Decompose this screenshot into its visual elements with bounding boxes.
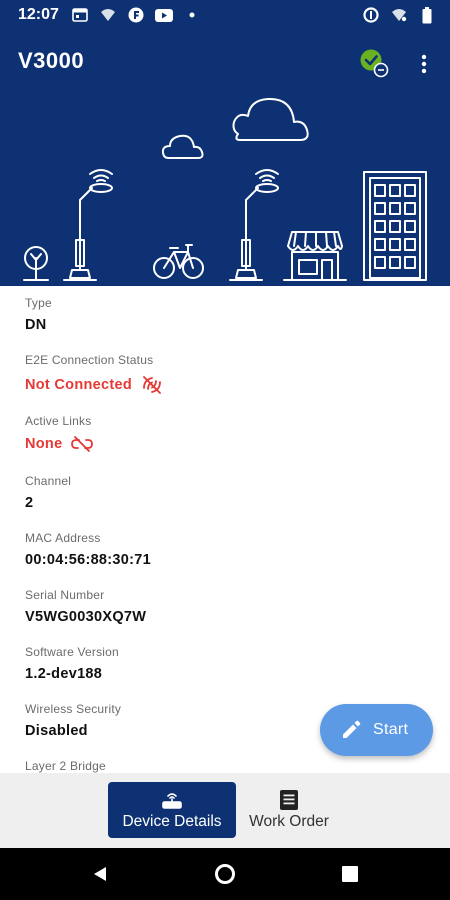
shop-icon bbox=[283, 231, 347, 281]
overflow-menu-icon[interactable] bbox=[410, 50, 438, 78]
field-value: 2 bbox=[25, 495, 34, 511]
start-button-label: Start bbox=[373, 721, 409, 738]
field-value: V5WG0030XQ7W bbox=[25, 609, 147, 625]
field-e2e-connection-status: E2E Connection Status Not Connected bbox=[25, 353, 164, 396]
field-value: DN bbox=[25, 317, 47, 333]
start-button[interactable]: Start bbox=[320, 704, 433, 756]
data-saver-icon bbox=[362, 7, 380, 23]
link-off-icon bbox=[70, 435, 94, 453]
status-time: 12:07 bbox=[18, 6, 59, 23]
field-mac-address: MAC Address 00:04:56:88:30:71 bbox=[25, 531, 151, 568]
app-header: V3000 bbox=[0, 30, 450, 286]
wifi-icon bbox=[390, 7, 408, 23]
bicycle-icon bbox=[153, 244, 204, 279]
back-icon[interactable] bbox=[88, 862, 112, 886]
field-label: Channel bbox=[25, 474, 72, 488]
home-icon[interactable] bbox=[213, 862, 237, 886]
network-city-illustration bbox=[23, 97, 427, 281]
tab-device-details[interactable]: Device Details bbox=[108, 782, 236, 838]
wifi-alert-icon bbox=[99, 7, 117, 23]
status-bar: 12:07 bbox=[0, 0, 450, 30]
field-label: Type bbox=[25, 296, 52, 310]
device-details-list[interactable]: Type DN E2E Connection Status Not Connec… bbox=[0, 286, 450, 773]
field-serial-number: Serial Number V5WG0030XQ7W bbox=[25, 588, 146, 625]
tab-label: Device Details bbox=[122, 813, 222, 830]
battery-icon bbox=[418, 6, 436, 23]
app-f-icon bbox=[127, 7, 145, 23]
not-connected-icon bbox=[140, 374, 164, 396]
tab-work-order[interactable]: Work Order bbox=[238, 782, 340, 838]
field-label: Layer 2 Bridge bbox=[25, 759, 106, 773]
field-value: 1.2-dev188 bbox=[25, 666, 103, 682]
tree-icon bbox=[23, 246, 49, 281]
field-wireless-security: Wireless Security Disabled bbox=[25, 702, 121, 739]
field-value: Disabled bbox=[25, 723, 88, 739]
notification-dot-icon bbox=[183, 7, 201, 23]
system-navigation-bar bbox=[0, 848, 450, 900]
cloud-small-icon bbox=[161, 134, 204, 159]
field-label: MAC Address bbox=[25, 531, 101, 545]
calendar-icon bbox=[71, 7, 89, 23]
building-icon bbox=[363, 171, 427, 281]
street-light-right-icon bbox=[229, 169, 279, 281]
document-icon bbox=[278, 789, 300, 811]
field-label: Software Version bbox=[25, 645, 119, 659]
edit-pencil-icon bbox=[340, 719, 362, 741]
field-label: Active Links bbox=[25, 414, 92, 428]
field-layer-2-bridge: Layer 2 Bridge bbox=[25, 759, 106, 773]
tab-label: Work Order bbox=[249, 813, 329, 830]
field-label: Wireless Security bbox=[25, 702, 122, 716]
youtube-icon bbox=[154, 7, 173, 23]
street-light-left-icon bbox=[63, 169, 113, 281]
recents-icon[interactable] bbox=[338, 862, 362, 886]
field-value: None bbox=[25, 435, 94, 453]
field-label: E2E Connection Status bbox=[25, 353, 154, 367]
field-software-version: Software Version 1.2-dev188 bbox=[25, 645, 119, 682]
field-active-links: Active Links None bbox=[25, 414, 94, 453]
router-icon bbox=[161, 789, 183, 811]
cloud-large-icon bbox=[232, 97, 309, 141]
field-channel: Channel 2 bbox=[25, 474, 71, 511]
field-type: Type DN bbox=[25, 296, 52, 333]
field-label: Serial Number bbox=[25, 588, 105, 602]
device-status-check-icon[interactable] bbox=[359, 48, 391, 80]
field-value: Not Connected bbox=[25, 374, 164, 396]
bottom-navigation: Device Details Work Order bbox=[0, 773, 450, 848]
field-value: 00:04:56:88:30:71 bbox=[25, 552, 152, 568]
page-title: V3000 bbox=[18, 48, 85, 73]
